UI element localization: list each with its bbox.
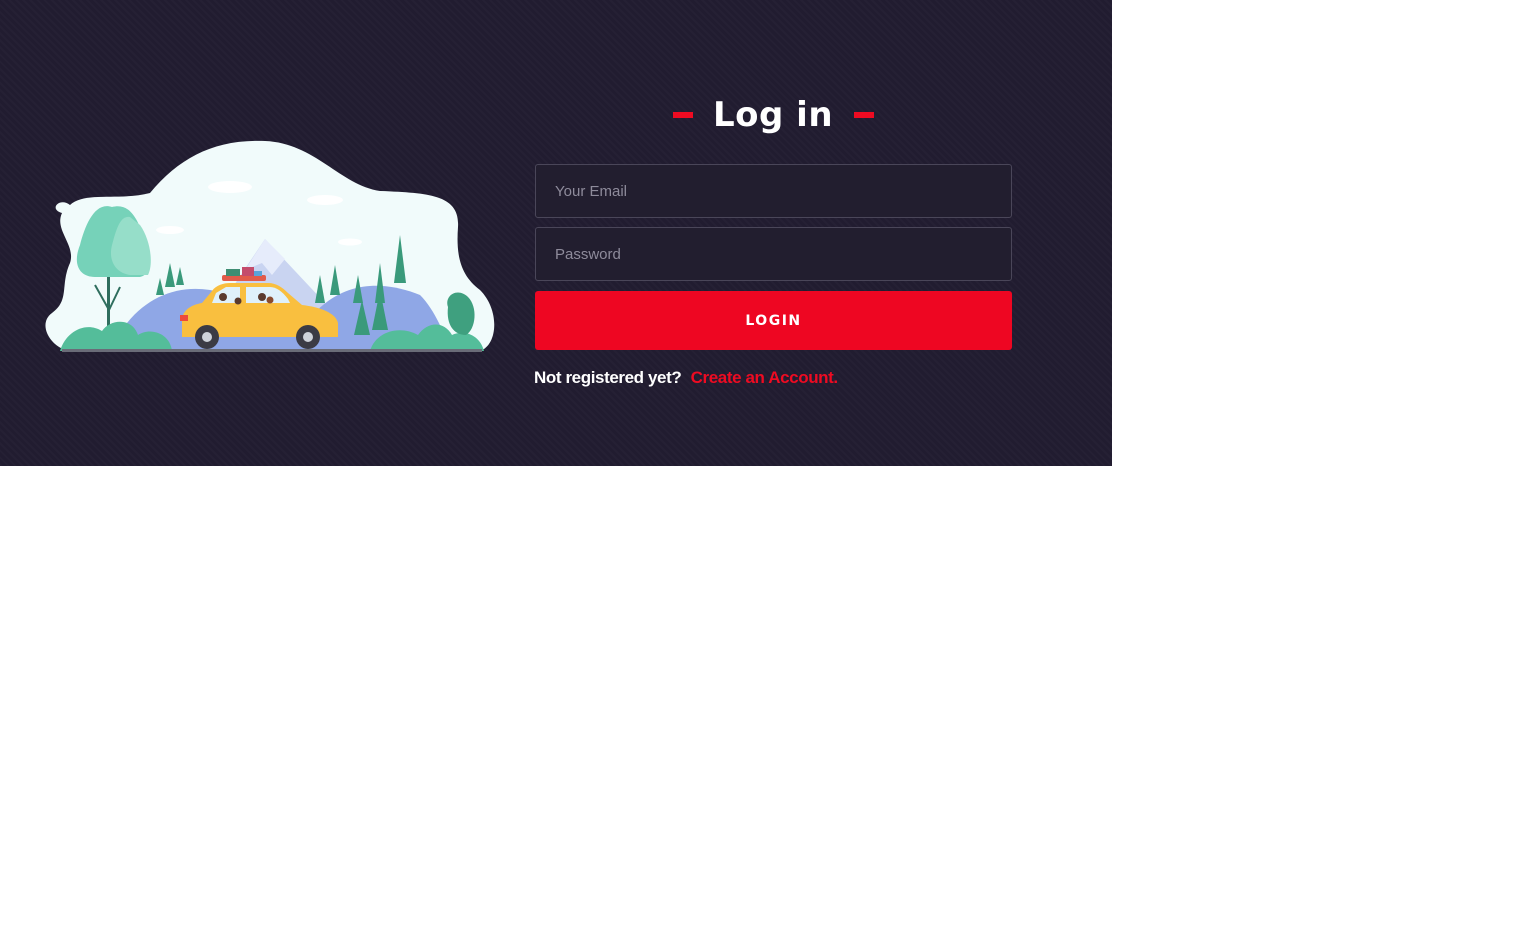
page-title: Log in [712,95,834,135]
login-title-row: Log in [535,92,1012,138]
title-dash-left [672,112,693,118]
email-field[interactable] [535,164,1012,218]
login-panel: Log in LOGIN Not registered yet? Create … [0,0,1112,466]
register-prompt-row: Not registered yet? Create an Account. [534,367,838,389]
title-dash-right [854,112,875,118]
create-account-link[interactable]: Create an Account. [691,368,839,387]
register-prompt: Not registered yet? [534,368,682,387]
car-road-trip-illustration-icon [45,140,495,352]
login-button[interactable]: LOGIN [535,291,1012,350]
password-field[interactable] [535,227,1012,281]
